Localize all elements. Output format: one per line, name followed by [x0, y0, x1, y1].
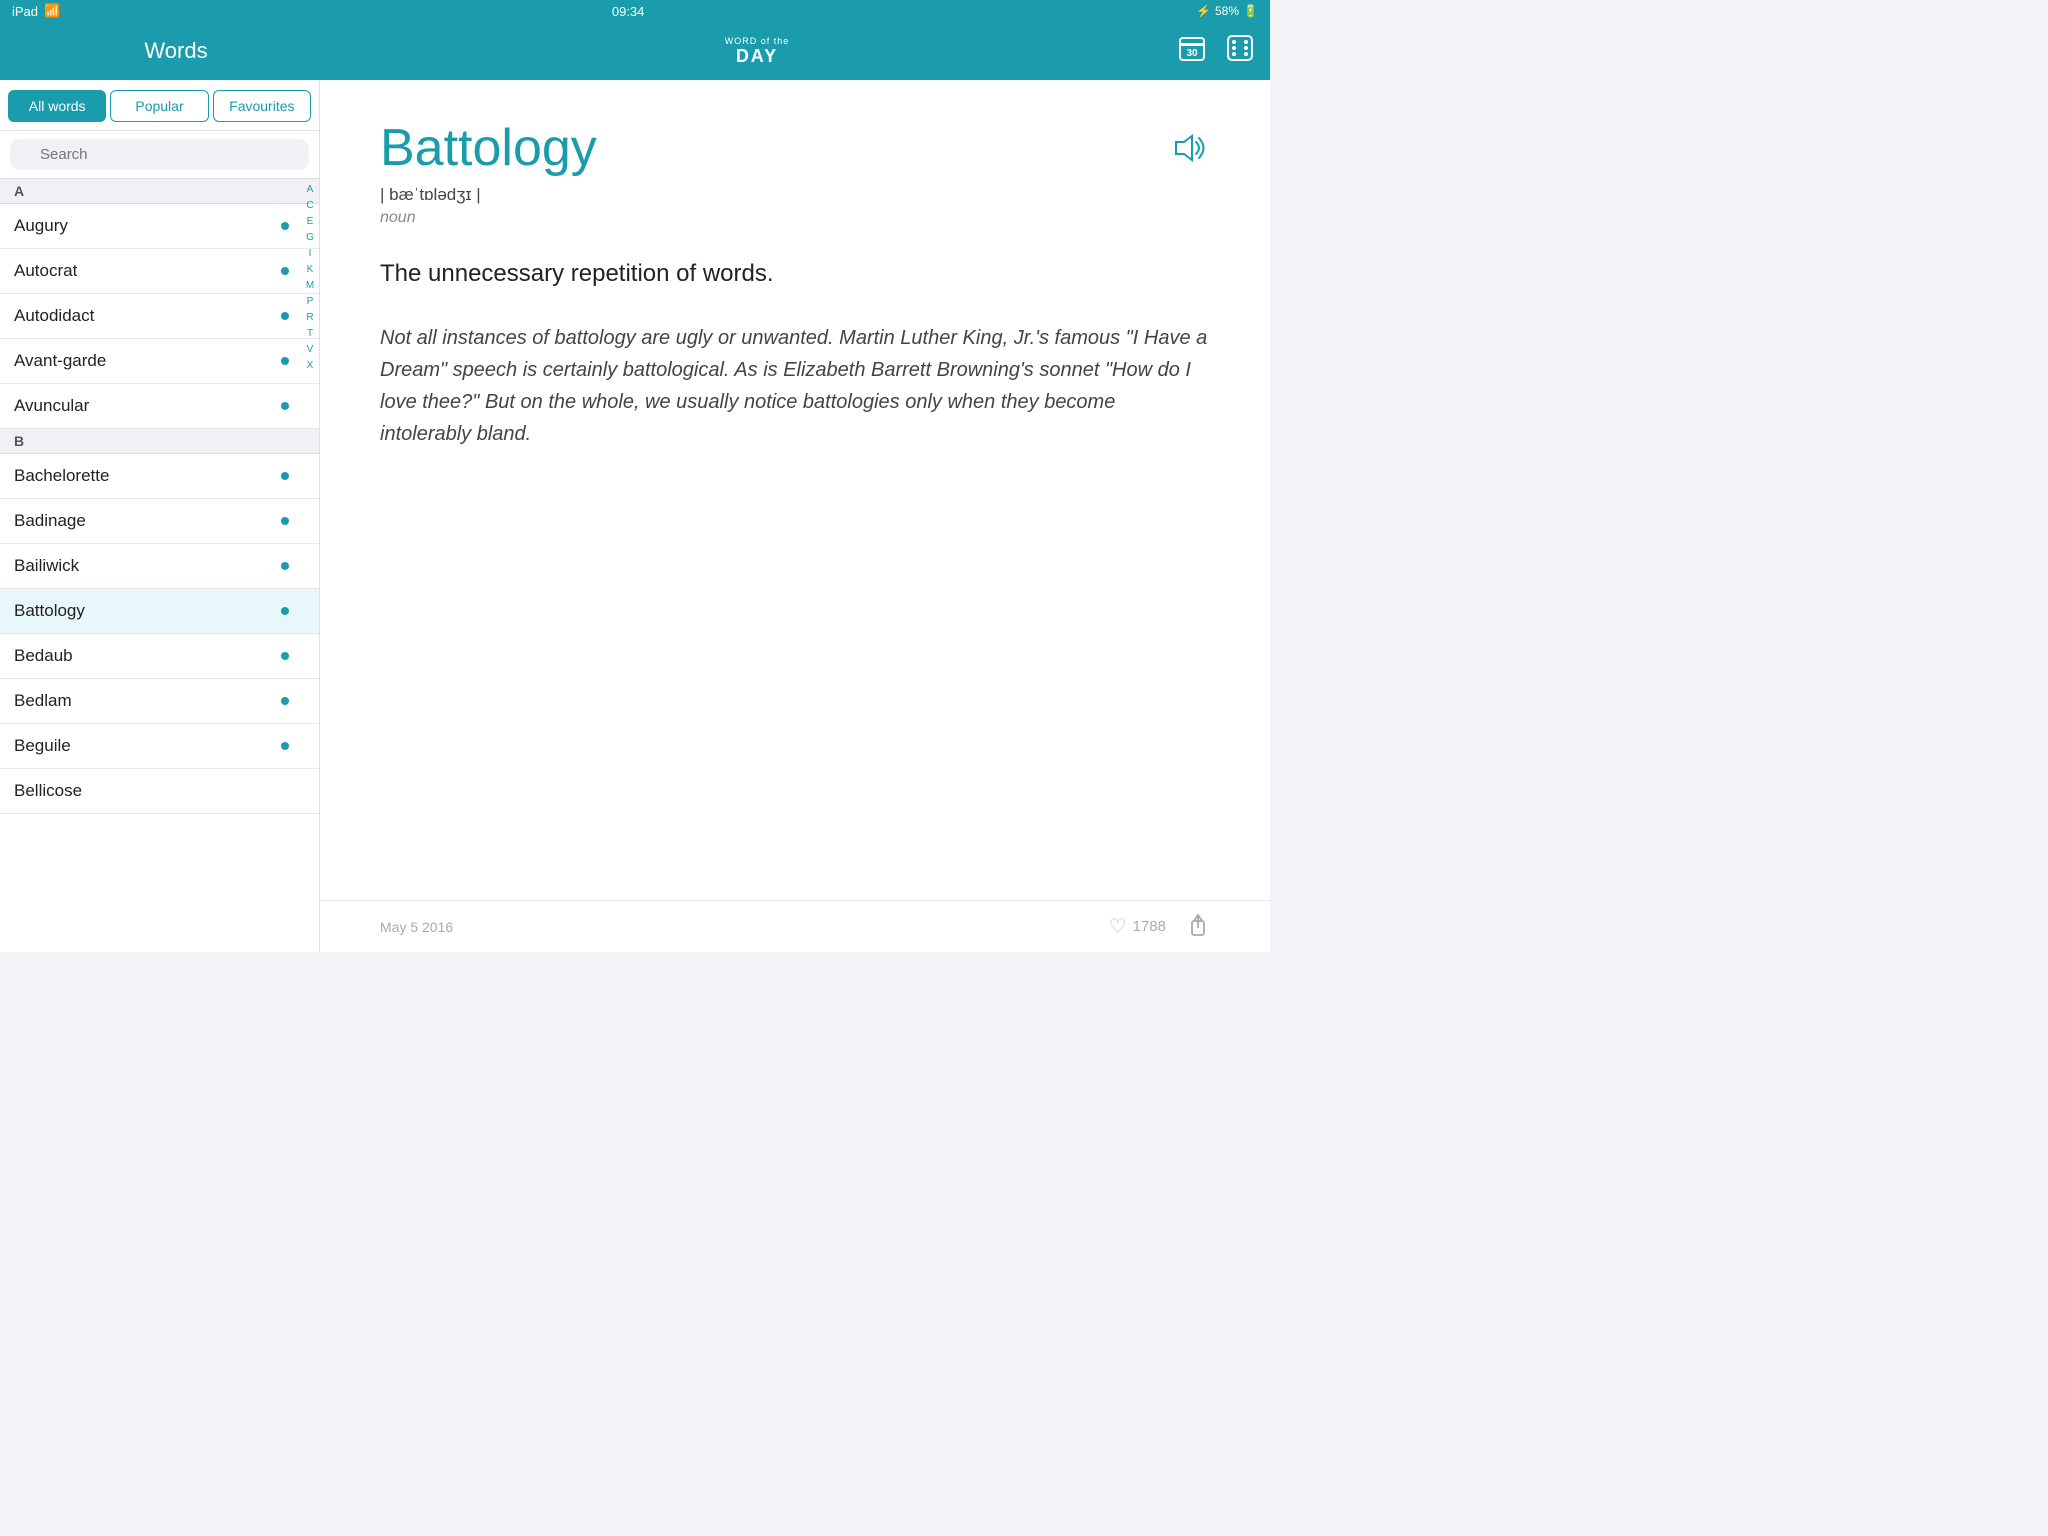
- app-header: Words WORD of the DAY 30: [0, 22, 1270, 80]
- like-count: 1788: [1133, 918, 1166, 935]
- alpha-v[interactable]: V: [307, 343, 314, 357]
- search-input[interactable]: [10, 139, 309, 170]
- wifi-icon: 📶: [44, 3, 60, 19]
- alpha-a[interactable]: A: [307, 183, 314, 197]
- status-right: ⚡ 58% 🔋: [1196, 4, 1258, 18]
- device-label: iPad: [12, 4, 38, 19]
- alpha-p[interactable]: P: [307, 295, 314, 309]
- word-item-bachelorette[interactable]: Bachelorette: [0, 454, 319, 499]
- word-name-battology: Battology: [14, 601, 281, 621]
- alpha-g[interactable]: G: [306, 231, 314, 245]
- word-example: Not all instances of battology are ugly …: [380, 322, 1210, 450]
- dice-icon[interactable]: [1226, 34, 1254, 68]
- tab-favourites[interactable]: Favourites: [213, 90, 311, 122]
- word-dot-autocrat: [281, 267, 289, 275]
- word-dot-bachelorette: [281, 472, 289, 480]
- alpha-e[interactable]: E: [307, 215, 314, 229]
- battery-icon: 🔋: [1243, 4, 1258, 18]
- word-item-bellicose[interactable]: Bellicose: [0, 769, 319, 814]
- alphabet-index: A C E G I K M P R T V X: [301, 179, 319, 952]
- alpha-i[interactable]: I: [309, 247, 312, 261]
- header-icons: 30: [1178, 34, 1254, 68]
- word-item-badinage[interactable]: Badinage: [0, 499, 319, 544]
- word-dot-bedaub: [281, 652, 289, 660]
- like-section: ♡ 1788: [1109, 914, 1166, 939]
- word-name-bedlam: Bedlam: [14, 691, 281, 711]
- word-name-bellicose: Bellicose: [14, 781, 305, 801]
- word-item-augury[interactable]: Augury: [0, 204, 319, 249]
- header-left: Words: [16, 38, 336, 64]
- word-definition: The unnecessary repetition of words.: [380, 257, 1210, 292]
- word-dot-avant-garde: [281, 357, 289, 365]
- word-name-bachelorette: Bachelorette: [14, 466, 281, 486]
- word-list: A Augury Autocrat Autodidact Avant-garde…: [0, 179, 319, 952]
- word-of-day-bottom-label: DAY: [736, 46, 778, 67]
- word-item-avant-garde[interactable]: Avant-garde: [0, 339, 319, 384]
- word-title-row: Battology: [380, 120, 1210, 177]
- word-dot-bailiwick: [281, 562, 289, 570]
- content-footer: May 5 2016 ♡ 1788: [320, 900, 1270, 952]
- section-header-b: B: [0, 429, 319, 454]
- word-dot-avuncular: [281, 402, 289, 410]
- word-item-battology[interactable]: Battology: [0, 589, 319, 634]
- word-name-bedaub: Bedaub: [14, 646, 281, 666]
- tab-all-words[interactable]: All words: [8, 90, 106, 122]
- alpha-k[interactable]: K: [307, 263, 314, 277]
- word-item-avuncular[interactable]: Avuncular: [0, 384, 319, 429]
- word-name-avant-garde: Avant-garde: [14, 351, 281, 371]
- svg-text:30: 30: [1186, 48, 1198, 59]
- word-dot-beguile: [281, 742, 289, 750]
- app-title: Words: [144, 38, 207, 64]
- alpha-t[interactable]: T: [307, 327, 313, 341]
- bluetooth-icon: ⚡: [1196, 4, 1211, 18]
- word-of-day-top-label: WORD of the: [725, 36, 790, 46]
- word-item-bailiwick[interactable]: Bailiwick: [0, 544, 319, 589]
- status-left: iPad 📶: [12, 3, 60, 19]
- status-time: 09:34: [612, 4, 645, 19]
- calendar-icon[interactable]: 30: [1178, 34, 1206, 68]
- alpha-m[interactable]: M: [306, 279, 314, 293]
- section-header-a: A: [0, 179, 319, 204]
- pronunciation: | bæˈtɒlədʒɪ |: [380, 185, 1210, 205]
- word-heading: Battology: [380, 120, 597, 177]
- word-pos: noun: [380, 209, 1210, 227]
- word-detail-content: Battology | bæˈtɒlədʒɪ | noun The unnece…: [320, 80, 1270, 952]
- word-name-autodidact: Autodidact: [14, 306, 281, 326]
- footer-actions: ♡ 1788: [1109, 911, 1210, 943]
- word-dot-battology: [281, 607, 289, 615]
- word-item-bedaub[interactable]: Bedaub: [0, 634, 319, 679]
- word-item-beguile[interactable]: Beguile: [0, 724, 319, 769]
- search-container: 🔍: [0, 131, 319, 179]
- word-name-avuncular: Avuncular: [14, 396, 281, 416]
- speaker-icon[interactable]: [1172, 132, 1210, 171]
- alpha-r[interactable]: R: [306, 311, 313, 325]
- word-dot-autodidact: [281, 312, 289, 320]
- battery-label: 58%: [1215, 4, 1239, 18]
- word-item-autodidact[interactable]: Autodidact: [0, 294, 319, 339]
- search-wrapper: 🔍: [10, 139, 309, 170]
- word-name-autocrat: Autocrat: [14, 261, 281, 281]
- word-item-autocrat[interactable]: Autocrat: [0, 249, 319, 294]
- word-name-badinage: Badinage: [14, 511, 281, 531]
- word-dot-badinage: [281, 517, 289, 525]
- word-name-augury: Augury: [14, 216, 281, 236]
- word-dot-bedlam: [281, 697, 289, 705]
- word-name-beguile: Beguile: [14, 736, 281, 756]
- heart-icon[interactable]: ♡: [1109, 914, 1127, 939]
- word-of-day-header: WORD of the DAY: [725, 36, 790, 67]
- word-item-bedlam[interactable]: Bedlam: [0, 679, 319, 724]
- word-date: May 5 2016: [380, 919, 453, 935]
- share-icon[interactable]: [1186, 911, 1210, 943]
- alpha-x[interactable]: X: [307, 359, 314, 373]
- alpha-c[interactable]: C: [306, 199, 313, 213]
- word-dot-augury: [281, 222, 289, 230]
- sidebar: All words Popular Favourites 🔍 A Augury …: [0, 80, 320, 952]
- status-bar: iPad 📶 09:34 ⚡ 58% 🔋: [0, 0, 1270, 22]
- word-name-bailiwick: Bailiwick: [14, 556, 281, 576]
- tab-bar: All words Popular Favourites: [0, 80, 319, 131]
- tab-popular[interactable]: Popular: [110, 90, 208, 122]
